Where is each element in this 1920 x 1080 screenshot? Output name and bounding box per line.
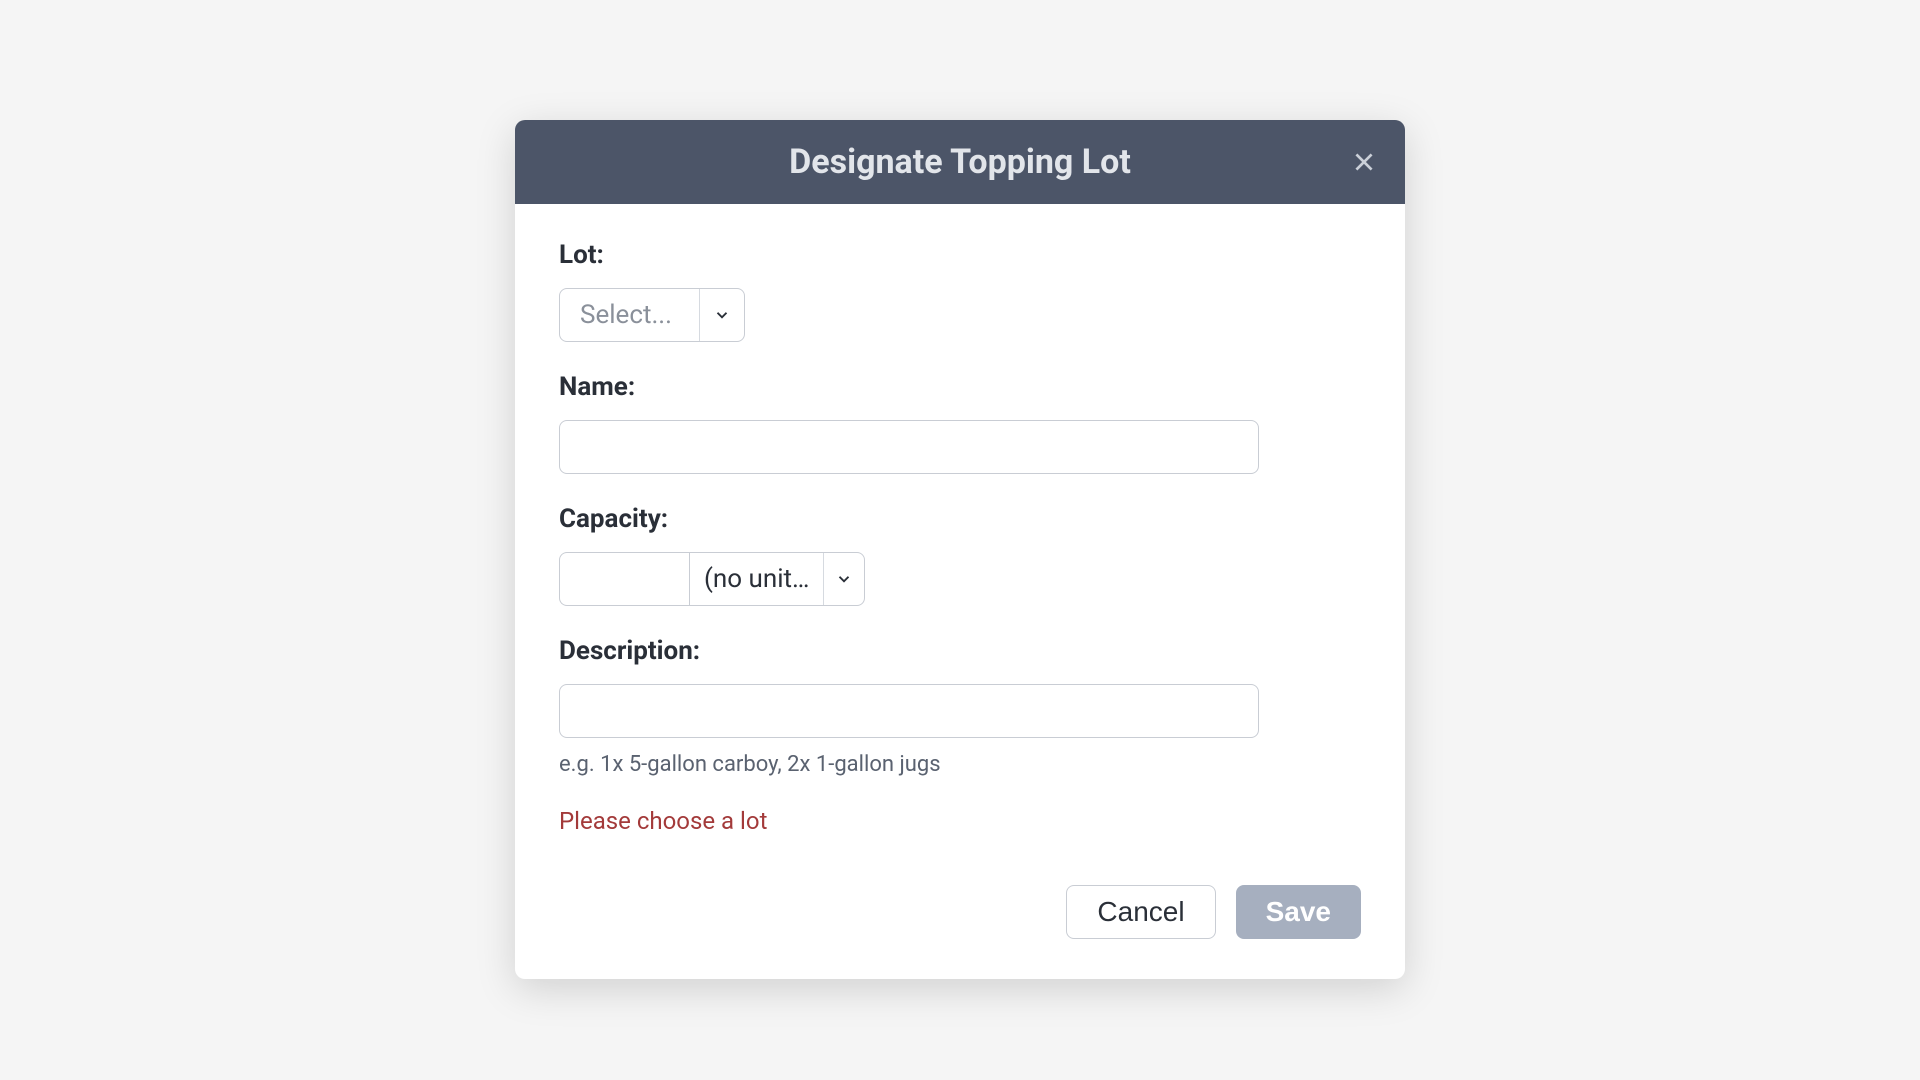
- description-label: Description:: [559, 636, 1361, 666]
- capacity-field-group: Capacity: (no unit…: [559, 504, 1361, 606]
- close-icon: [1351, 149, 1377, 175]
- designate-topping-lot-modal: Designate Topping Lot Lot: Select...: [515, 120, 1405, 979]
- close-button[interactable]: [1347, 145, 1381, 179]
- chevron-down-icon: [713, 306, 731, 324]
- lot-select-value: Select...: [560, 289, 700, 341]
- save-button[interactable]: Save: [1236, 885, 1361, 939]
- lot-select-arrow: [700, 289, 744, 341]
- lot-label: Lot:: [559, 240, 1361, 270]
- modal-body: Lot: Select... Name: Capacity: (no unit…: [515, 204, 1405, 979]
- modal-title: Designate Topping Lot: [789, 142, 1131, 182]
- modal-header: Designate Topping Lot: [515, 120, 1405, 204]
- modal-footer: Cancel Save: [559, 885, 1361, 939]
- capacity-unit-select[interactable]: (no unit…: [689, 552, 865, 606]
- name-input[interactable]: [559, 420, 1259, 474]
- capacity-row: (no unit…: [559, 552, 1361, 606]
- description-field-group: Description: e.g. 1x 5-gallon carboy, 2x…: [559, 636, 1361, 777]
- name-field-group: Name:: [559, 372, 1361, 474]
- capacity-input[interactable]: [559, 552, 689, 606]
- capacity-unit-value: (no unit…: [690, 553, 824, 605]
- lot-select[interactable]: Select...: [559, 288, 745, 342]
- error-message: Please choose a lot: [559, 807, 1361, 835]
- cancel-button[interactable]: Cancel: [1066, 885, 1215, 939]
- description-input[interactable]: [559, 684, 1259, 738]
- name-label: Name:: [559, 372, 1361, 402]
- capacity-label: Capacity:: [559, 504, 1361, 534]
- lot-field-group: Lot: Select...: [559, 240, 1361, 342]
- description-help-text: e.g. 1x 5-gallon carboy, 2x 1-gallon jug…: [559, 752, 1361, 777]
- chevron-down-icon: [835, 570, 853, 588]
- capacity-unit-arrow: [824, 553, 864, 605]
